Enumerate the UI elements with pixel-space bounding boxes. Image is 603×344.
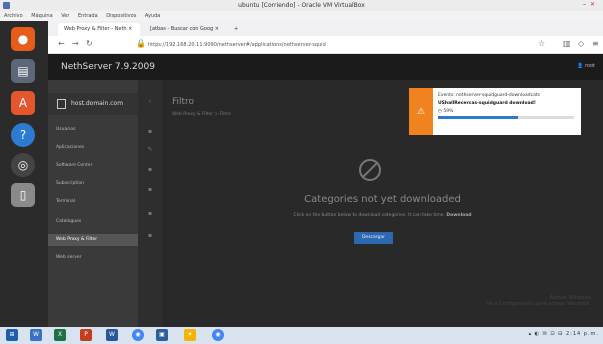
files-icon[interactable]: ▤ bbox=[11, 59, 35, 83]
nav-users[interactable]: Usuarios bbox=[48, 124, 138, 136]
rail-item-icon[interactable]: ✎ bbox=[144, 146, 156, 156]
browser-tab-bar: Web Proxy & Filter - Neth × [atbas - Bus… bbox=[48, 21, 603, 36]
app-header: NethServer 7.9.2009 👤 root bbox=[48, 54, 603, 80]
bookmark-icon[interactable]: ☆ bbox=[538, 39, 545, 48]
user-menu[interactable]: 👤 root bbox=[577, 63, 595, 69]
empty-desc-text: Click on the button below to download ca… bbox=[293, 213, 445, 218]
nav-applications[interactable]: Aplicaciones bbox=[48, 142, 138, 154]
toast-message: UShallRecercas-squidguard download! bbox=[438, 101, 536, 106]
nav-web-server[interactable]: Web server bbox=[48, 252, 138, 264]
address-bar[interactable]: https://192.168.20.11:9090/nethserver#/a… bbox=[148, 39, 508, 51]
browser-nav-bar: ← → ↻ 🔒 https://192.168.20.11:9090/neths… bbox=[48, 36, 603, 54]
menu-dispositivos[interactable]: Dispositivos bbox=[106, 13, 136, 19]
excel-icon[interactable]: X bbox=[54, 329, 66, 341]
watermark-line-2: Ve a Configuración para activar Windows. bbox=[486, 301, 591, 307]
forward-icon[interactable]: → bbox=[72, 39, 79, 48]
warning-icon: ⚠ bbox=[409, 88, 433, 135]
windows-taskbar: ⊞ W X P W ◉ ▣ ✦ ◉ ▴ ◐ ✉ ⊡ ⊟ 2:14 p.m. bbox=[0, 327, 603, 344]
cd-icon[interactable]: ◎ bbox=[11, 153, 35, 177]
nav-terminal[interactable]: Terminal bbox=[48, 196, 138, 208]
software-icon[interactable]: A bbox=[11, 91, 35, 115]
ban-icon bbox=[359, 159, 381, 181]
menu-maquina[interactable]: Máquina bbox=[31, 13, 52, 19]
trash-icon[interactable]: ▯ bbox=[11, 183, 35, 207]
window-controls[interactable]: –✕ bbox=[583, 1, 599, 8]
sidebar-rail: ‹ ▪ ✎ ▪ ▪ ▪ ▪ bbox=[138, 80, 162, 327]
hostname: host.domain.com bbox=[71, 100, 124, 107]
breadcrumb[interactable]: Web Proxy & Filter > Filtro bbox=[172, 112, 231, 117]
tab-search[interactable]: [atbas - Buscar con Goog × bbox=[144, 23, 226, 36]
menu-ayuda[interactable]: Ayuda bbox=[145, 13, 160, 19]
reload-icon[interactable]: ↻ bbox=[86, 39, 93, 48]
vm-title-bar: ubuntu [Corriendo] - Oracle VM VirtualBo… bbox=[0, 0, 603, 11]
help-icon[interactable]: ? bbox=[11, 123, 35, 147]
virtualbox-taskbar-icon[interactable]: ▣ bbox=[156, 329, 168, 341]
percent-value: 59% bbox=[443, 109, 454, 114]
rail-item-icon[interactable]: ▪ bbox=[144, 186, 156, 196]
rail-item-icon[interactable]: ▪ bbox=[144, 128, 156, 138]
nav-software-center[interactable]: Software Center bbox=[48, 160, 138, 172]
start-icon[interactable]: ⊞ bbox=[6, 329, 18, 341]
browser-taskbar-icon[interactable]: ◉ bbox=[212, 329, 224, 341]
menu-ver[interactable]: Ver bbox=[61, 13, 69, 19]
host-selector[interactable]: host.domain.com bbox=[48, 93, 138, 115]
toast-percent: ◷ 59% bbox=[438, 109, 454, 114]
shield-icon[interactable]: ◇ bbox=[578, 39, 584, 48]
tab-web-proxy[interactable]: Web Proxy & Filter - Neth × bbox=[58, 23, 140, 36]
chrome-icon[interactable]: ◉ bbox=[132, 329, 144, 341]
nav-catalogues[interactable]: Catalogues bbox=[48, 216, 138, 228]
download-button[interactable]: Descargar bbox=[354, 232, 393, 244]
username: root bbox=[584, 63, 595, 69]
system-tray[interactable]: ▴ ◐ ✉ ⊡ ⊟ 2:14 p.m. bbox=[529, 331, 599, 337]
firefox-icon[interactable]: ● bbox=[11, 27, 35, 51]
menu-archivo[interactable]: Archivo bbox=[4, 13, 23, 19]
empty-desc-bold: Download bbox=[446, 213, 472, 218]
windows-activation-watermark: Activar Windows Ve a Configuración para … bbox=[487, 295, 591, 307]
sidebar: host.domain.com Usuarios Aplicaciones So… bbox=[48, 80, 138, 327]
toast-title: Events: nethserver-squidguard-downloadca… bbox=[438, 93, 540, 98]
vm-window-title: ubuntu [Corriendo] - Oracle VM VirtualBo… bbox=[238, 2, 365, 9]
rail-item-icon[interactable]: ▪ bbox=[144, 166, 156, 176]
server-icon bbox=[57, 99, 66, 109]
progress-fill bbox=[438, 116, 519, 119]
new-tab-button[interactable]: + bbox=[228, 23, 242, 36]
menu-entrada[interactable]: Entrada bbox=[78, 13, 98, 19]
lock-icon: 🔒 bbox=[136, 39, 146, 48]
library-icon[interactable]: ▥ bbox=[563, 39, 571, 48]
empty-state-description: Click on the button below to download ca… bbox=[162, 213, 603, 218]
nav-subscription[interactable]: Subscription bbox=[48, 178, 138, 190]
collapse-icon[interactable]: ‹ bbox=[144, 98, 156, 108]
word-doc-icon[interactable]: W bbox=[106, 329, 118, 341]
clock: 2:14 p.m. bbox=[565, 331, 599, 337]
app-taskbar-icon[interactable]: ✦ bbox=[184, 329, 196, 341]
powerpoint-icon[interactable]: P bbox=[80, 329, 92, 341]
word-icon[interactable]: W bbox=[30, 329, 42, 341]
app-brand: NethServer 7.9.2009 bbox=[61, 62, 155, 72]
back-icon[interactable]: ← bbox=[58, 39, 65, 48]
empty-state-title: Categories not yet downloaded bbox=[304, 194, 461, 205]
menu-icon[interactable]: ≡ bbox=[592, 39, 599, 48]
nav-web-proxy[interactable]: Web Proxy & Filter bbox=[48, 234, 138, 246]
rail-item-icon[interactable]: ▪ bbox=[144, 232, 156, 242]
progress-bar bbox=[438, 116, 574, 119]
ubuntu-dock: ● ▤ A ? ◎ ▯ bbox=[0, 21, 48, 327]
page-title: Filtro bbox=[172, 97, 195, 107]
vm-menu-bar: Archivo Máquina Ver Entrada Dispositivos… bbox=[0, 11, 603, 21]
notification-toast[interactable]: ⚠ Events: nethserver-squidguard-download… bbox=[409, 88, 581, 135]
rail-item-icon[interactable]: ▪ bbox=[144, 210, 156, 220]
